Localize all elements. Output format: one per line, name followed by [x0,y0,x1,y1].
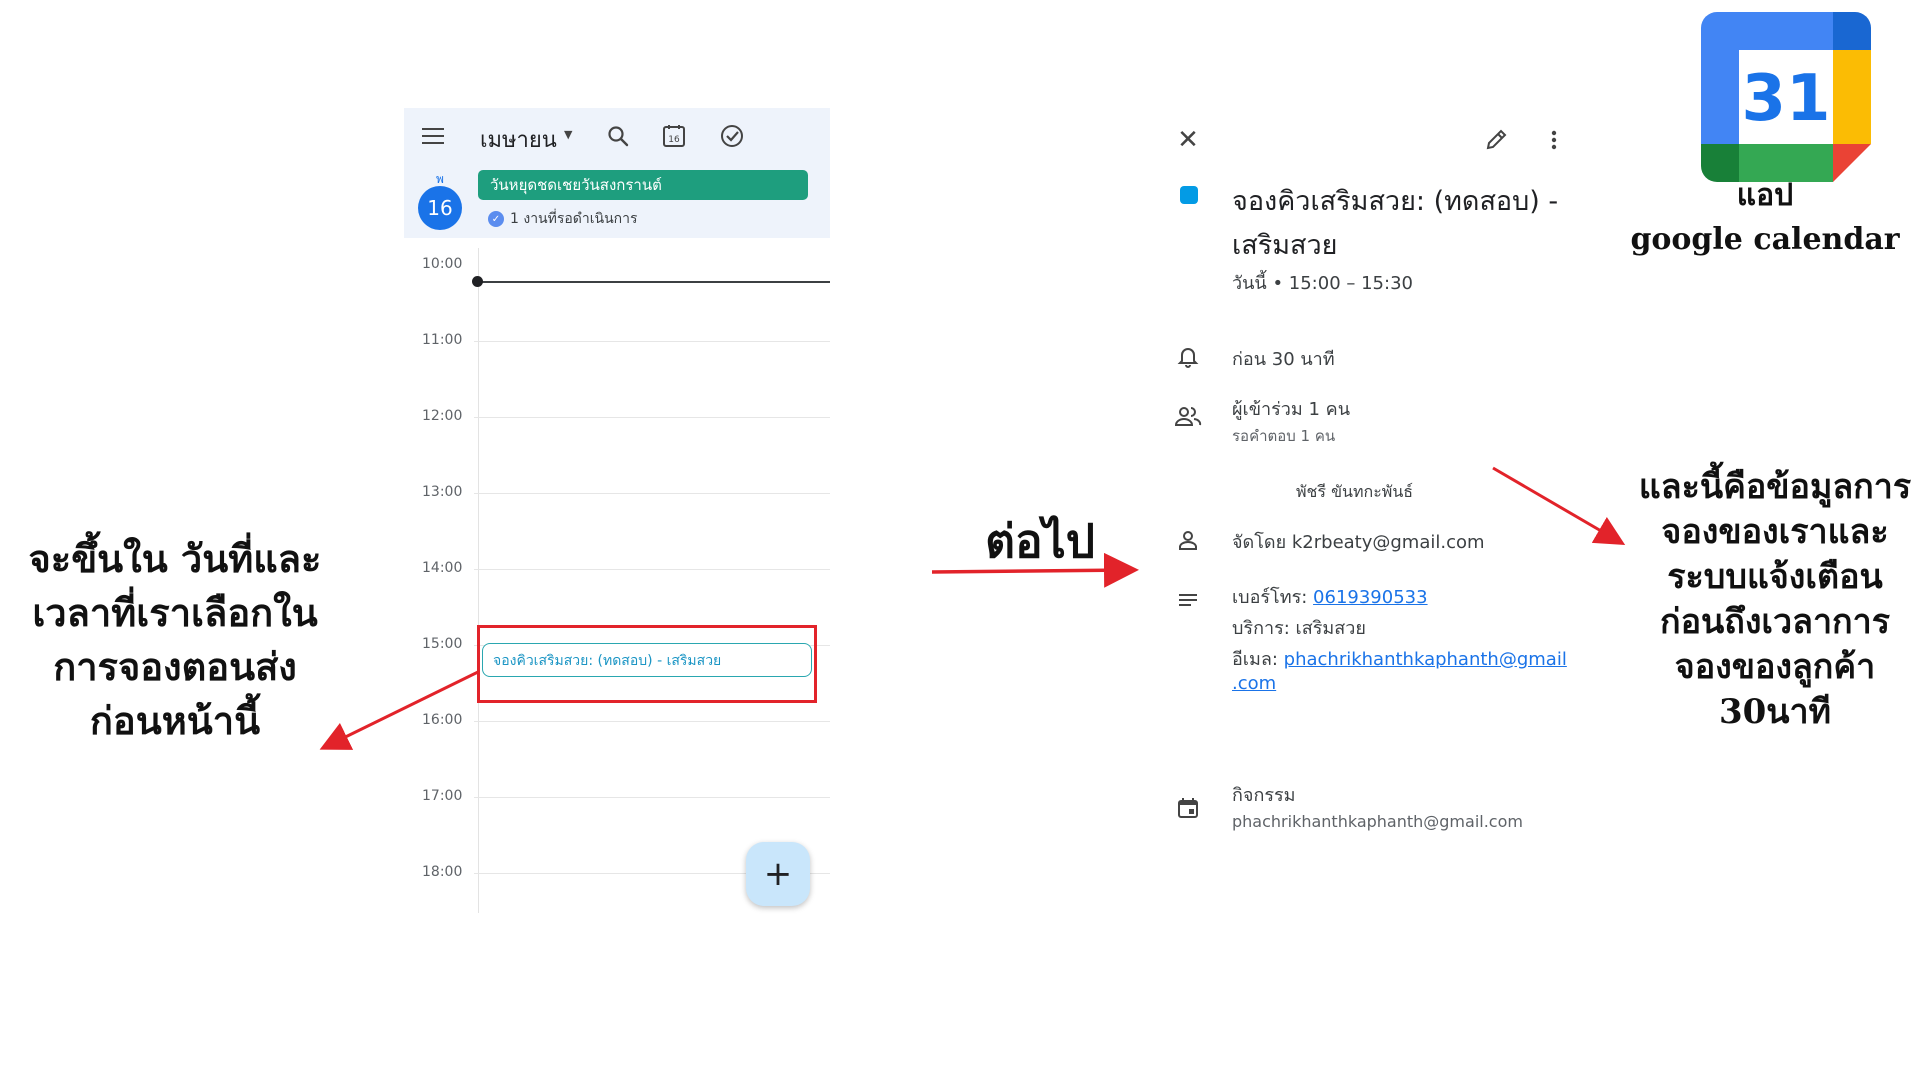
logo-number: 31 [1741,62,1830,136]
arrow-to-left-note [319,670,479,750]
annotation-arrows [319,466,1626,750]
arrow-next [931,552,1139,588]
arrow-to-right-note [1492,466,1626,546]
google-calendar-logo: 31 [1701,12,1871,182]
